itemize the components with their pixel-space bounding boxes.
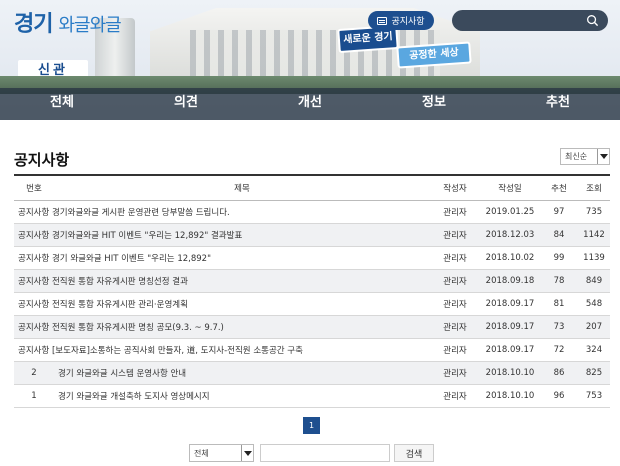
- row-recommend: 99: [553, 252, 565, 263]
- nav-item-info[interactable]: 정보: [372, 88, 496, 120]
- row-subject[interactable]: 공지사항 전직원 통합 자유게시판 명칭선정 결과: [14, 269, 430, 292]
- row-views: 1142: [583, 229, 605, 240]
- nav-item-opinion[interactable]: 의견: [124, 88, 248, 120]
- row-author: 관리자: [443, 391, 467, 402]
- row-author: 관리자: [443, 368, 467, 379]
- row-author: 관리자: [443, 230, 467, 241]
- table-header-row: 번호 제목 작성자 작성일 추천 조회: [14, 175, 610, 200]
- row-views: 207: [585, 321, 603, 332]
- table-row[interactable]: 공지사항 경기와글와글 HIT 이벤트 "우리는 12,892" 결과발표 관리…: [14, 223, 610, 246]
- row-recommend: 72: [553, 344, 565, 355]
- row-date: 2018.09.17: [485, 344, 535, 355]
- row-views: 1139: [583, 252, 605, 263]
- row-date: 2018.12.03: [485, 229, 535, 240]
- sort-select-value: 최신순: [565, 152, 588, 161]
- row-views: 548: [585, 298, 603, 309]
- row-recommend: 73: [553, 321, 565, 332]
- row-author: 관리자: [443, 299, 467, 310]
- row-recommend: 78: [553, 275, 565, 286]
- row-subject[interactable]: 공지사항 경기와글와글 게시판 운영관련 당부말씀 드립니다.: [14, 200, 430, 223]
- row-recommend: 84: [553, 229, 565, 240]
- chevron-down-icon: [241, 445, 253, 461]
- row-views: 735: [585, 206, 603, 217]
- notice-table: 번호 제목 작성자 작성일 추천 조회 공지사항 경기와글와글 게시판 운영관련…: [14, 174, 610, 408]
- search-bar[interactable]: [452, 10, 608, 31]
- table-row[interactable]: 공지사항 전직원 통합 자유게시판 명칭 공모(9.3. ~ 9.7.) 관리자…: [14, 315, 610, 338]
- nav-item-recommend[interactable]: 추천: [496, 88, 620, 120]
- row-views: 753: [585, 390, 603, 401]
- main-nav: 전체 의견 개선 정보 추천: [0, 88, 620, 120]
- chevron-down-icon: [597, 149, 609, 164]
- row-views: 324: [585, 344, 603, 355]
- table-row[interactable]: 공지사항 경기와글와글 게시판 운영관련 당부말씀 드립니다. 관리자 2019…: [14, 200, 610, 223]
- page-title: 공지사항: [14, 151, 70, 169]
- row-author: 관리자: [443, 207, 467, 218]
- table-row[interactable]: 공지사항 전직원 통합 자유게시판 관리·운영계획 관리자 2018.09.17…: [14, 292, 610, 315]
- table-row[interactable]: 1 경기 와글와글 개설축하 도지사 영상메시지 관리자 2018.10.10 …: [14, 384, 610, 407]
- logo-main-text: 경기: [14, 12, 53, 37]
- notice-icon: [377, 16, 388, 25]
- search-icon[interactable]: [586, 14, 599, 27]
- table-row[interactable]: 공지사항 경기 와글와글 HIT 이벤트 "우리는 12,892" 관리자 20…: [14, 246, 610, 269]
- col-header-author: 작성자: [443, 183, 467, 194]
- row-number: 1: [31, 390, 37, 401]
- row-date: 2018.10.10: [485, 390, 535, 401]
- row-author: 관리자: [443, 276, 467, 287]
- site-logo[interactable]: 경기 와글와글: [14, 6, 122, 38]
- row-date: 2018.09.17: [485, 298, 535, 309]
- row-views: 849: [585, 275, 603, 286]
- col-header-date: 작성일: [498, 183, 522, 194]
- table-row[interactable]: 2 경기 와글와글 시스템 운영사항 안내 관리자 2018.10.10 86 …: [14, 361, 610, 384]
- search-scope-select[interactable]: 전체: [189, 444, 254, 462]
- row-subject[interactable]: 공지사항 전직원 통합 자유게시판 명칭 공모(9.3. ~ 9.7.): [14, 315, 430, 338]
- search-button[interactable]: 검색: [394, 444, 434, 462]
- notice-button-label: 공지사항: [391, 17, 425, 27]
- row-date: 2018.10.02: [485, 252, 535, 263]
- row-subject[interactable]: 공지사항 전직원 통합 자유게시판 관리·운영계획: [14, 292, 430, 315]
- header-banner: 새로운 경기 공정한 세상 신관 경기 와글와글 공지사항 전체 의견 개선 정…: [0, 0, 620, 120]
- row-number: 2: [31, 367, 37, 378]
- row-subject[interactable]: 공지사항 경기 와글와글 HIT 이벤트 "우리는 12,892": [14, 246, 430, 269]
- row-subject[interactable]: 경기 와글와글 개설축하 도지사 영상메시지: [54, 384, 430, 407]
- row-subject[interactable]: 경기 와글와글 시스템 운영사항 안내: [54, 361, 430, 384]
- row-views: 825: [585, 367, 603, 378]
- row-date: 2018.09.18: [485, 275, 535, 286]
- row-author: 관리자: [443, 345, 467, 356]
- row-subject[interactable]: 공지사항 경기와글와글 HIT 이벤트 "우리는 12,892" 결과발표: [14, 223, 430, 246]
- row-author: 관리자: [443, 322, 467, 333]
- row-date: 2018.09.17: [485, 321, 535, 332]
- table-row[interactable]: 공지사항 전직원 통합 자유게시판 명칭선정 결과 관리자 2018.09.18…: [14, 269, 610, 292]
- table-row[interactable]: 공지사항 [보도자료]소통하는 공직사회 만들자, 道, 도지사-전직원 소통공…: [14, 338, 610, 361]
- row-author: 관리자: [443, 253, 467, 264]
- row-recommend: 97: [553, 206, 565, 217]
- search-scope-value: 전체: [194, 448, 209, 458]
- col-header-recommend: 추천: [551, 183, 567, 194]
- row-recommend: 81: [553, 298, 565, 309]
- board-search-input[interactable]: [260, 444, 390, 462]
- search-input[interactable]: [462, 12, 582, 29]
- page-number-current[interactable]: 1: [303, 417, 320, 434]
- nav-item-all[interactable]: 전체: [0, 88, 124, 120]
- row-subject[interactable]: 공지사항 [보도자료]소통하는 공직사회 만들자, 道, 도지사-전직원 소통공…: [14, 338, 430, 361]
- row-recommend: 96: [553, 390, 565, 401]
- col-header-number: 번호: [26, 183, 42, 194]
- nav-item-improvement[interactable]: 개선: [248, 88, 372, 120]
- row-date: 2018.10.10: [485, 367, 535, 378]
- col-header-views: 조회: [586, 183, 602, 194]
- row-recommend: 86: [553, 367, 565, 378]
- notice-button[interactable]: 공지사항: [368, 11, 434, 30]
- row-date: 2019.01.25: [485, 206, 535, 217]
- sort-select[interactable]: 최신순: [560, 148, 610, 165]
- col-header-subject: 제목: [234, 183, 250, 194]
- logo-sub-text: 와글와글: [58, 15, 121, 36]
